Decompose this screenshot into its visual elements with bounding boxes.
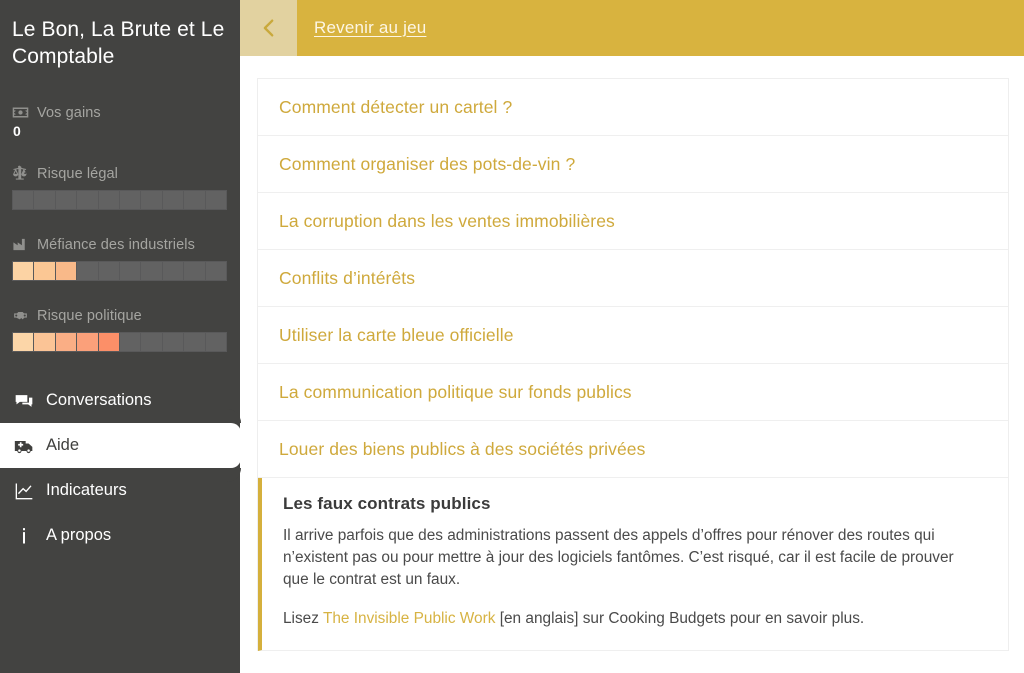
external-article-link[interactable]: The Invisible Public Work (323, 610, 496, 627)
chevron-left-icon (263, 19, 273, 37)
faq-item[interactable]: Louer des biens publics à des sociétés p… (258, 421, 1008, 478)
meter-segment (34, 262, 55, 280)
meter-segment (184, 262, 205, 280)
faq-item[interactable]: Comment organiser des pots-de-vin ? (258, 136, 1008, 193)
sidebar-item-label: Conversations (46, 391, 152, 409)
meter-segment (141, 262, 162, 280)
meter-segment (162, 262, 184, 280)
stat-label: Risque politique (37, 307, 142, 324)
meter-segment (13, 191, 34, 209)
topbar: Revenir au jeu (240, 0, 1024, 56)
scales-icon (12, 165, 29, 182)
back-to-game-link[interactable]: Revenir au jeu (314, 18, 426, 38)
meter-segment (55, 262, 77, 280)
topbar-bar: Revenir au jeu (297, 0, 1024, 56)
meter-risque-legal (12, 190, 227, 210)
faq-expanded-read-more: Lisez The Invisible Public Work [en angl… (283, 608, 982, 630)
stat-risque-legal: Risque légal (10, 165, 230, 210)
chat-icon (14, 391, 34, 411)
faq-item[interactable]: Conflits d’intérêts (258, 250, 1008, 307)
banknote-icon (12, 104, 29, 121)
sidebar-item-label: Aide (46, 436, 80, 454)
meter-segment (55, 191, 77, 209)
meter-segment (98, 333, 120, 351)
stat-value-gains: 0 (13, 123, 21, 139)
factory-icon (12, 236, 29, 253)
meter-segment (120, 333, 141, 351)
sidebar-item-label: Indicateurs (46, 481, 127, 499)
sidebar-item-a-propos[interactable]: A propos (0, 513, 240, 558)
stat-label: Risque légal (37, 165, 118, 182)
back-button[interactable] (240, 0, 297, 56)
meter-segment (77, 262, 98, 280)
sidebar-item-conversations[interactable]: Conversations (0, 378, 240, 423)
faq-expanded-panel: Les faux contrats publics Il arrive parf… (258, 478, 1008, 651)
meter-segment (141, 191, 162, 209)
stat-header: Méfiance des industriels (12, 236, 228, 253)
stat-header: Vos gains (12, 104, 228, 121)
meter-segment (13, 262, 34, 280)
meter-mefiance-industriels (12, 261, 227, 281)
stat-mefiance-industriels: Méfiance des industriels (10, 236, 230, 281)
meter-segment (162, 333, 184, 351)
main-content: Revenir au jeu Comment détecter un carte… (240, 0, 1024, 673)
stat-label: Vos gains (37, 104, 101, 121)
stat-header: Risque politique (12, 307, 228, 324)
meter-segment (120, 262, 141, 280)
meter-segment (162, 191, 184, 209)
chart-line-icon (14, 481, 34, 501)
meter-segment (205, 262, 227, 280)
meter-segment (184, 333, 205, 351)
handshake-icon (12, 307, 29, 324)
meter-segment (55, 333, 77, 351)
stat-label: Méfiance des industriels (37, 236, 195, 253)
meter-segment (98, 262, 120, 280)
meter-risque-politique (12, 332, 227, 352)
meter-segment (98, 191, 120, 209)
meter-segment (34, 333, 55, 351)
faq-item[interactable]: La communication politique sur fonds pub… (258, 364, 1008, 421)
faq-item[interactable]: Comment détecter un cartel ? (258, 79, 1008, 136)
read-prefix: Lisez (283, 610, 323, 627)
sidebar-item-label: A propos (46, 526, 112, 544)
meter-segment (77, 333, 98, 351)
help-screen: Le Bon, La Brute et Le Comptable Vos gai… (0, 0, 1024, 673)
ambulance-icon (14, 436, 34, 456)
faq-panel: Comment détecter un cartel ? Comment org… (257, 78, 1009, 651)
sidebar-nav: Conversations Aide Indicateurs A propos (0, 378, 241, 558)
sidebar-item-aide[interactable]: Aide (0, 409, 241, 482)
sidebar-item-indicateurs[interactable]: Indicateurs (0, 468, 240, 513)
stat-vos-gains: Vos gains 0 (10, 104, 230, 139)
stat-risque-politique: Risque politique (10, 307, 230, 352)
meter-segment (13, 333, 34, 351)
faq-item[interactable]: La corruption dans les ventes immobilièr… (258, 193, 1008, 250)
meter-segment (141, 333, 162, 351)
faq-expanded-body: Il arrive parfois que des administration… (283, 527, 954, 588)
info-icon (14, 526, 34, 546)
meter-segment (205, 333, 227, 351)
help-content: Comment détecter un cartel ? Comment org… (240, 56, 1024, 651)
meter-segment (77, 191, 98, 209)
game-title: Le Bon, La Brute et Le Comptable (12, 18, 225, 68)
read-suffix: [en anglais] sur Cooking Budgets pour en… (495, 610, 865, 627)
faq-item[interactable]: Utiliser la carte bleue officielle (258, 307, 1008, 364)
sidebar: Le Bon, La Brute et Le Comptable Vos gai… (0, 0, 241, 673)
meter-segment (184, 191, 205, 209)
meter-segment (205, 191, 227, 209)
meter-segment (34, 191, 55, 209)
faq-expanded-title: Les faux contrats publics (283, 494, 491, 513)
meter-segment (120, 191, 141, 209)
sidebar-stats: Le Bon, La Brute et Le Comptable Vos gai… (0, 0, 240, 352)
stat-header: Risque légal (12, 165, 228, 182)
